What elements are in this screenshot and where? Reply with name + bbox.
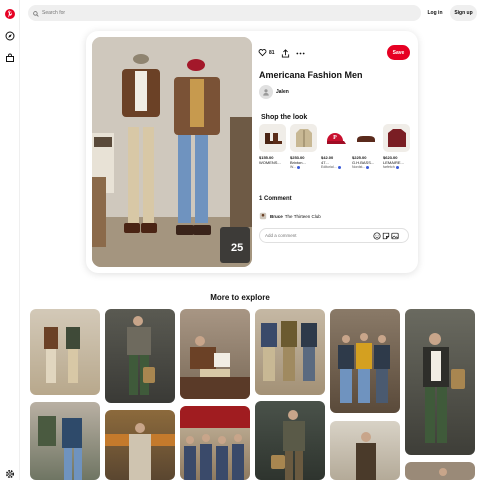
sweater-icon xyxy=(383,124,410,152)
product-carousel: $155.00 WOMENS... $253.00 Brixton... W..… xyxy=(259,124,410,174)
product-item[interactable]: $225.00 G.H.BASS... Nordst... xyxy=(352,124,379,169)
sticker-icon[interactable] xyxy=(382,232,390,240)
settings-icon[interactable] xyxy=(4,468,16,480)
pin-title: Americana Fashion Men xyxy=(259,70,363,80)
top-header: Log in Sign up xyxy=(20,0,480,28)
pin-tile[interactable] xyxy=(405,309,475,455)
product-shop: farfetch xyxy=(383,165,410,169)
comment-text: The Thirteen Club xyxy=(284,213,321,219)
comment-user[interactable]: Bruce xyxy=(270,214,283,219)
pinterest-logo-icon[interactable] xyxy=(4,8,16,20)
comment-input[interactable] xyxy=(265,233,365,238)
pin-tile[interactable] xyxy=(180,406,250,480)
product-item[interactable]: $623.00 LEMAIRE... farfetch xyxy=(383,124,410,169)
product-item[interactable]: $253.00 Brixton... W... xyxy=(290,124,317,169)
author-name: Jalen xyxy=(276,89,289,95)
share-icon[interactable] xyxy=(281,45,290,61)
product-shop: Nordst... xyxy=(352,165,379,169)
pin-tile[interactable] xyxy=(255,309,325,395)
more-options-icon[interactable] xyxy=(296,45,305,61)
boots-icon xyxy=(259,124,286,152)
more-to-explore-title: More to explore xyxy=(210,293,270,302)
login-button[interactable]: Log in xyxy=(422,5,448,21)
image-upload-icon[interactable] xyxy=(391,232,399,240)
comment-box[interactable] xyxy=(259,228,409,243)
explore-icon[interactable] xyxy=(4,30,16,42)
save-button[interactable]: Save xyxy=(387,45,410,60)
product-shop: W... xyxy=(290,165,317,169)
shop-the-look-title: Shop the look xyxy=(261,114,308,121)
comment-item: Bruce The Thirteen Club xyxy=(259,211,321,221)
product-item[interactable]: P $42.00 47... Editorial... xyxy=(321,124,348,169)
save-count: 81 xyxy=(269,50,275,56)
svg-text:P: P xyxy=(333,135,337,141)
search-input[interactable] xyxy=(42,10,402,16)
verified-icon xyxy=(337,165,341,169)
signup-button[interactable]: Sign up xyxy=(450,5,477,21)
pin-actions: 81 xyxy=(258,45,408,61)
verified-icon xyxy=(395,165,399,169)
pin-image[interactable]: 25 xyxy=(92,37,252,267)
pin-tile[interactable] xyxy=(255,401,325,480)
pin-tile[interactable] xyxy=(30,402,100,480)
pin-tile[interactable] xyxy=(105,410,175,480)
commenter-avatar xyxy=(259,212,267,221)
pin-tile[interactable] xyxy=(30,309,100,395)
pin-tile[interactable] xyxy=(405,462,475,480)
jacket-icon xyxy=(290,124,317,152)
comments-title: 1 Comment xyxy=(259,196,292,202)
heart-icon xyxy=(258,48,267,59)
shop-icon[interactable] xyxy=(4,52,16,64)
pin-tile[interactable] xyxy=(105,309,175,403)
pin-tile[interactable] xyxy=(180,309,250,399)
verified-icon xyxy=(366,165,370,169)
pin-tile[interactable] xyxy=(330,421,400,480)
emoji-icon[interactable] xyxy=(373,231,381,240)
product-shop: Editorial... xyxy=(321,165,348,169)
pin-tile[interactable] xyxy=(330,309,400,413)
left-sidebar xyxy=(0,0,20,480)
product-item[interactable]: $155.00 WOMENS... xyxy=(259,124,286,165)
avatar xyxy=(259,85,273,99)
product-name: WOMENS... xyxy=(259,160,281,165)
reaction-button[interactable]: 81 xyxy=(258,45,275,61)
image-badge: 25 xyxy=(231,242,244,254)
loafer-icon xyxy=(352,124,379,152)
search-bar[interactable] xyxy=(28,5,421,21)
verified-icon xyxy=(297,165,301,169)
search-icon xyxy=(33,4,39,22)
pin-author[interactable]: Jalen xyxy=(259,84,289,100)
cap-icon: P xyxy=(321,124,348,152)
